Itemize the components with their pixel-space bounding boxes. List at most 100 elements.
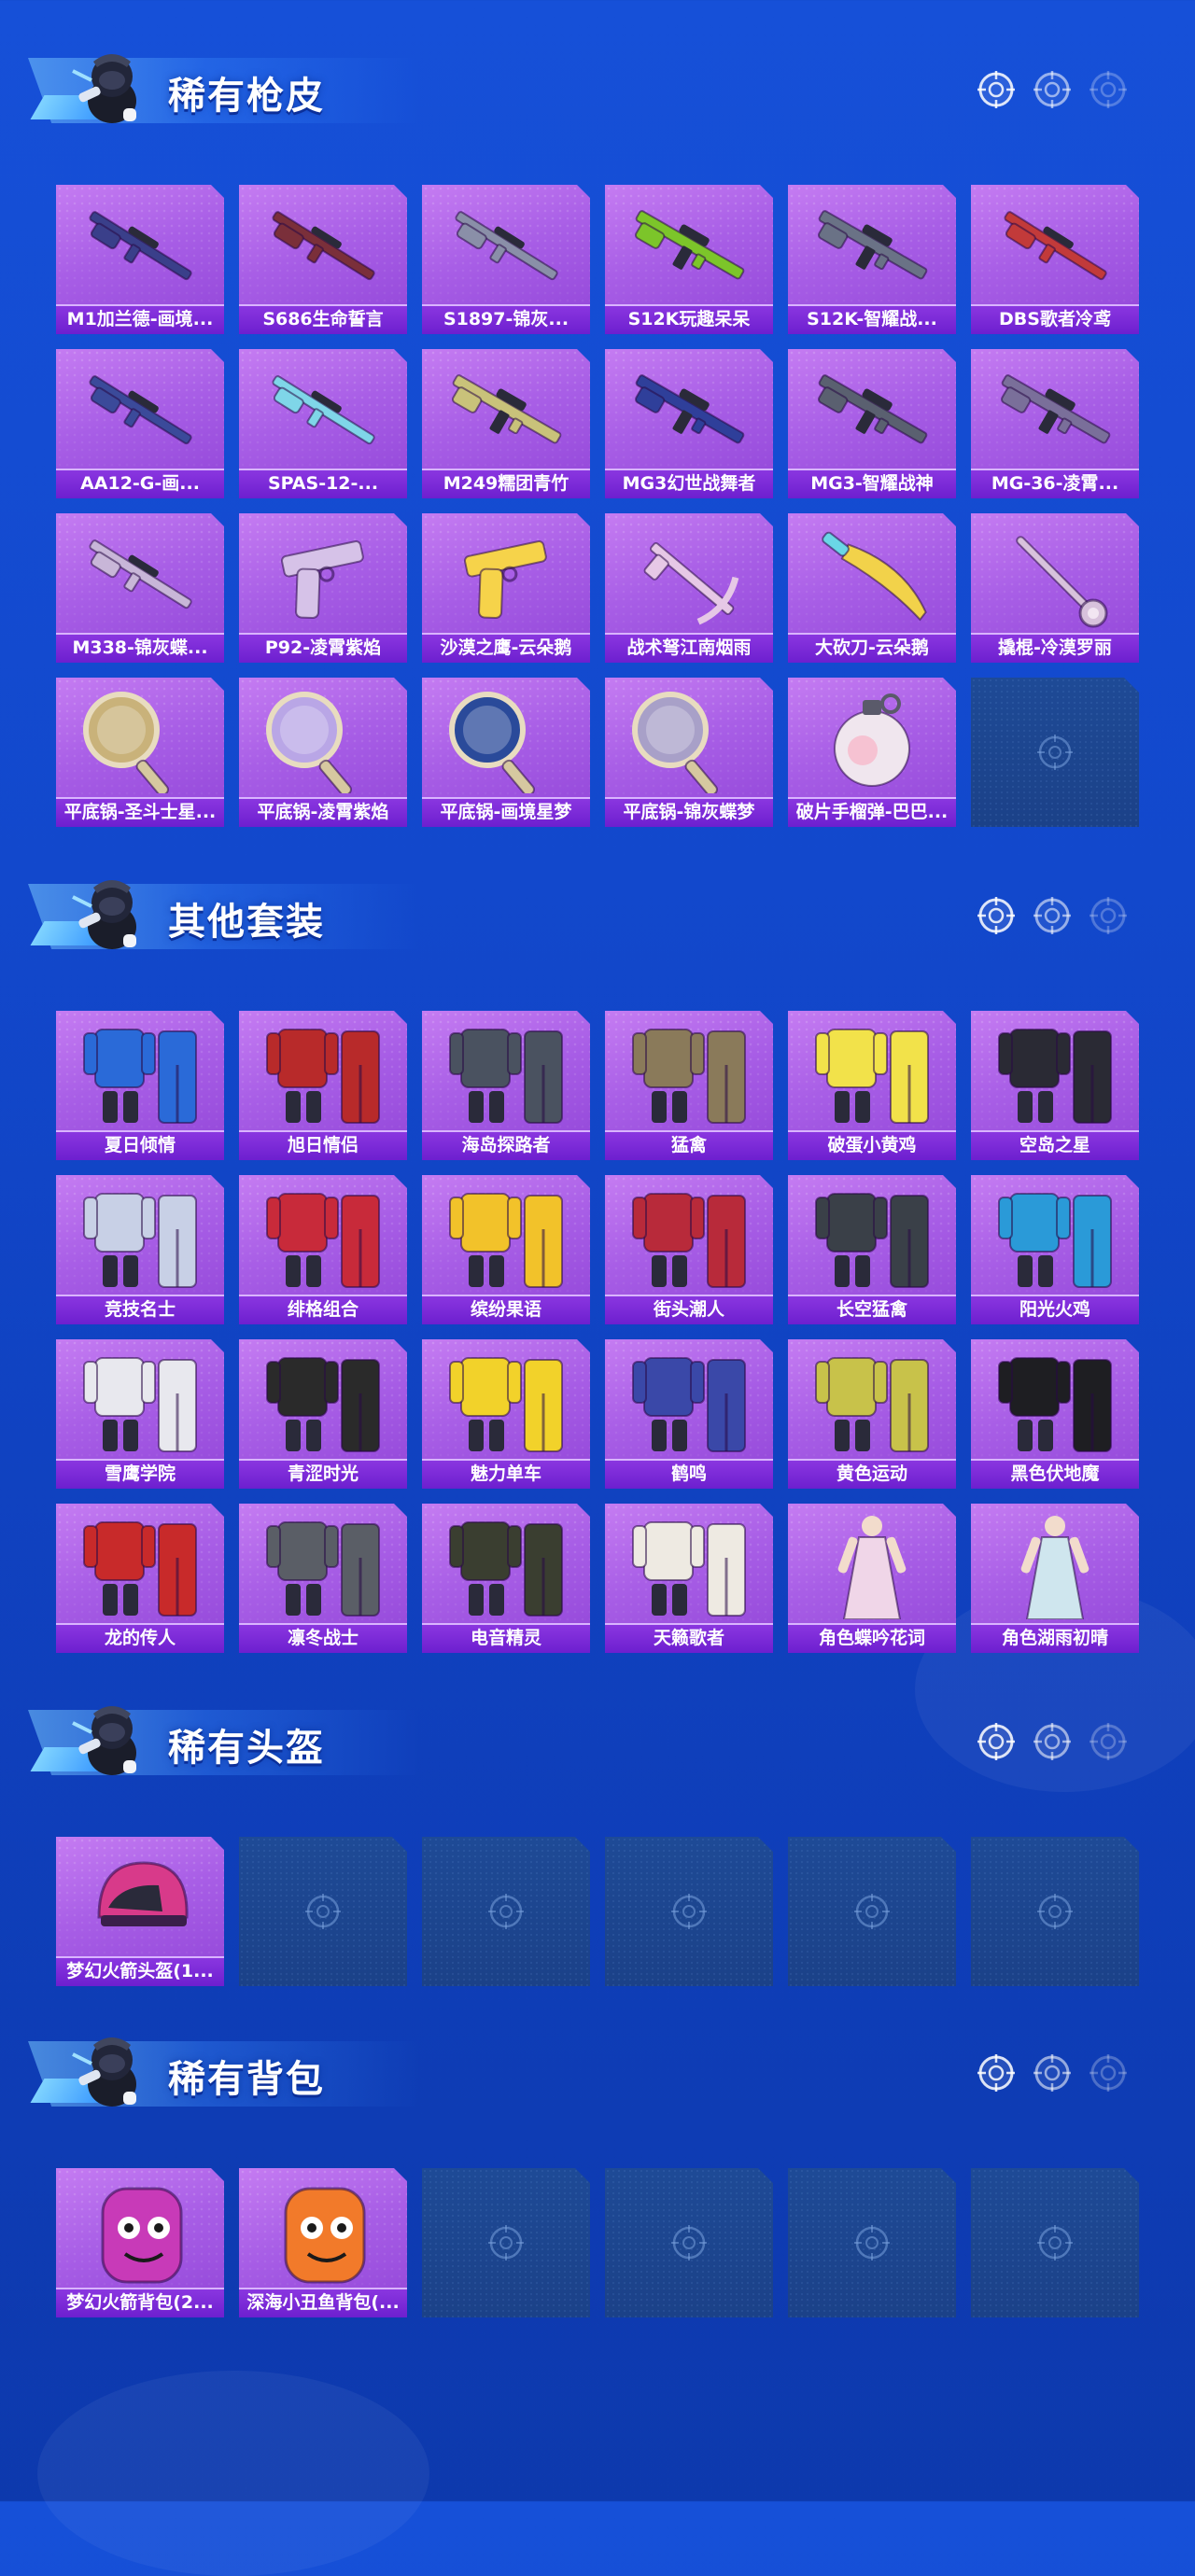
- item-card[interactable]: 猛禽: [605, 1011, 773, 1160]
- assault-rifle-icon: [797, 190, 947, 301]
- item-card[interactable]: 雪鹰学院: [56, 1339, 224, 1489]
- item-label: 撬棍-冷漠罗丽: [998, 637, 1112, 658]
- item-card[interactable]: 破片手榴弹-巴巴...: [788, 678, 956, 827]
- item-card[interactable]: 破蛋小黄鸡: [788, 1011, 956, 1160]
- item-card[interactable]: M338-锦灰蝶...: [56, 513, 224, 663]
- item-card[interactable]: S1897-锦灰...: [422, 185, 590, 334]
- item-card[interactable]: S12K玩趣呆呆: [605, 185, 773, 334]
- item-card[interactable]: 平底锅-圣斗士星...: [56, 678, 224, 827]
- item-card[interactable]: 黄色运动: [788, 1339, 956, 1489]
- crosshair-icon: [976, 69, 1017, 110]
- item-label: 平底锅-画境星梦: [440, 802, 572, 822]
- pan-icon: [65, 683, 215, 797]
- rifle-icon: [65, 190, 215, 301]
- item-label: 旭日情侣: [287, 1135, 358, 1155]
- item-label: S12K玩趣呆呆: [627, 309, 751, 329]
- item-label: 青涩时光: [287, 1463, 358, 1484]
- machine-gun-icon: [614, 355, 764, 465]
- crosshair-icon: [1088, 1721, 1129, 1762]
- item-card[interactable]: 战术弩江南烟雨: [605, 513, 773, 663]
- item-card[interactable]: 龙的传人: [56, 1504, 224, 1653]
- outfit-icon: [797, 1181, 947, 1291]
- item-card[interactable]: 黑色伏地魔: [971, 1339, 1139, 1489]
- item-card[interactable]: S12K-智耀战...: [788, 185, 956, 334]
- item-card[interactable]: M1加兰德-画境...: [56, 185, 224, 334]
- crosshair-icon: [976, 895, 1017, 936]
- item-label: MG3-智耀战神: [810, 473, 934, 494]
- item-card[interactable]: 电音精灵: [422, 1504, 590, 1653]
- item-card[interactable]: 角色湖雨初晴: [971, 1504, 1139, 1653]
- item-card[interactable]: 大砍刀-云朵鹅: [788, 513, 956, 663]
- crosshair-icon: [668, 2222, 710, 2263]
- section-header: 其他套装: [0, 863, 1195, 966]
- item-card[interactable]: 夏日倾情: [56, 1011, 224, 1160]
- item-label: 街头潮人: [653, 1299, 724, 1320]
- item-label: 绯格组合: [287, 1299, 358, 1320]
- item-card[interactable]: 缤纷果语: [422, 1175, 590, 1324]
- item-card[interactable]: 青涩时光: [239, 1339, 407, 1489]
- outfit-icon: [431, 1345, 581, 1455]
- item-card[interactable]: S686生命誓言: [239, 185, 407, 334]
- mascot-icon: [65, 1695, 149, 1783]
- item-label: 鹤鸣: [670, 1463, 707, 1484]
- item-card[interactable]: 平底锅-画境星梦: [422, 678, 590, 827]
- item-card[interactable]: 阳光火鸡: [971, 1175, 1139, 1324]
- empty-slot: [605, 1837, 773, 1986]
- section-1: 稀有枪皮 M1加兰德-画境... S686生命誓言 S1897-锦灰... S12K玩趣…: [0, 37, 1195, 842]
- item-card[interactable]: MG-36-凌霄...: [971, 349, 1139, 498]
- item-card[interactable]: M249糯团青竹: [422, 349, 590, 498]
- item-card[interactable]: 长空猛禽: [788, 1175, 956, 1324]
- item-card[interactable]: 空岛之星: [971, 1011, 1139, 1160]
- outfit-icon: [614, 1181, 764, 1291]
- empty-slot: [788, 2168, 956, 2317]
- item-card[interactable]: 角色蝶吟花词: [788, 1504, 956, 1653]
- outfit-icon: [980, 1181, 1130, 1291]
- item-label: 角色蝶吟花词: [818, 1628, 925, 1648]
- mascot-icon: [65, 2026, 149, 2114]
- item-label: 平底锅-锦灰蝶梦: [623, 802, 755, 822]
- crosshair-icon: [976, 2052, 1017, 2093]
- item-label: 凛冬战士: [287, 1628, 358, 1648]
- item-card[interactable]: 深海小丑鱼背包(...: [239, 2168, 407, 2317]
- outfit-icon: [65, 1345, 215, 1455]
- item-card[interactable]: AA12-G-画...: [56, 349, 224, 498]
- item-card[interactable]: 沙漠之鹰-云朵鹅: [422, 513, 590, 663]
- item-card[interactable]: 旭日情侣: [239, 1011, 407, 1160]
- item-card[interactable]: MG3-智耀战神: [788, 349, 956, 498]
- item-label: 大砍刀-云朵鹅: [815, 637, 929, 658]
- item-card[interactable]: 竞技名士: [56, 1175, 224, 1324]
- item-card[interactable]: 街头潮人: [605, 1175, 773, 1324]
- item-card[interactable]: MG3幻世战舞者: [605, 349, 773, 498]
- mascot-icon: [65, 869, 149, 957]
- crosshair-decoration: [976, 1721, 1162, 1762]
- item-card[interactable]: P92-凌霄紫焰: [239, 513, 407, 663]
- item-card[interactable]: 平底锅-锦灰蝶梦: [605, 678, 773, 827]
- pistol-icon: [431, 519, 581, 629]
- item-card[interactable]: 平底锅-凌霄紫焰: [239, 678, 407, 827]
- section-4: 稀有背包 梦幻火箭背包(2... 深海小丑鱼背包(...: [0, 2021, 1195, 2332]
- item-card[interactable]: 海岛探路者: [422, 1011, 590, 1160]
- crosshair-decoration: [976, 895, 1162, 936]
- item-card[interactable]: 梦幻火箭背包(2...: [56, 2168, 224, 2317]
- crosshair-decoration: [976, 69, 1162, 110]
- item-card[interactable]: DBS歌者冷鸢: [971, 185, 1139, 334]
- item-card[interactable]: 鹤鸣: [605, 1339, 773, 1489]
- item-card[interactable]: SPAS-12-...: [239, 349, 407, 498]
- background-parachute-decoration: [37, 2371, 429, 2576]
- machine-gun-icon: [431, 355, 581, 465]
- item-label: 平底锅-圣斗士星...: [63, 802, 217, 822]
- item-label: 阳光火鸡: [1019, 1299, 1090, 1320]
- machete-icon: [797, 519, 947, 629]
- item-label: MG3幻世战舞者: [622, 473, 756, 494]
- item-card[interactable]: 天籁歌者: [605, 1504, 773, 1653]
- item-card[interactable]: 绯格组合: [239, 1175, 407, 1324]
- item-card[interactable]: 魅力单车: [422, 1339, 590, 1489]
- item-label: 破蛋小黄鸡: [827, 1135, 917, 1155]
- crosshair-icon: [976, 1721, 1017, 1762]
- item-card[interactable]: 梦幻火箭头盔(1...: [56, 1837, 224, 1986]
- item-card[interactable]: 凛冬战士: [239, 1504, 407, 1653]
- crosshair-decoration: [976, 2052, 1162, 2093]
- outfit-icon: [65, 1016, 215, 1127]
- item-card[interactable]: 撬棍-冷漠罗丽: [971, 513, 1139, 663]
- item-label: S1897-锦灰...: [443, 309, 569, 329]
